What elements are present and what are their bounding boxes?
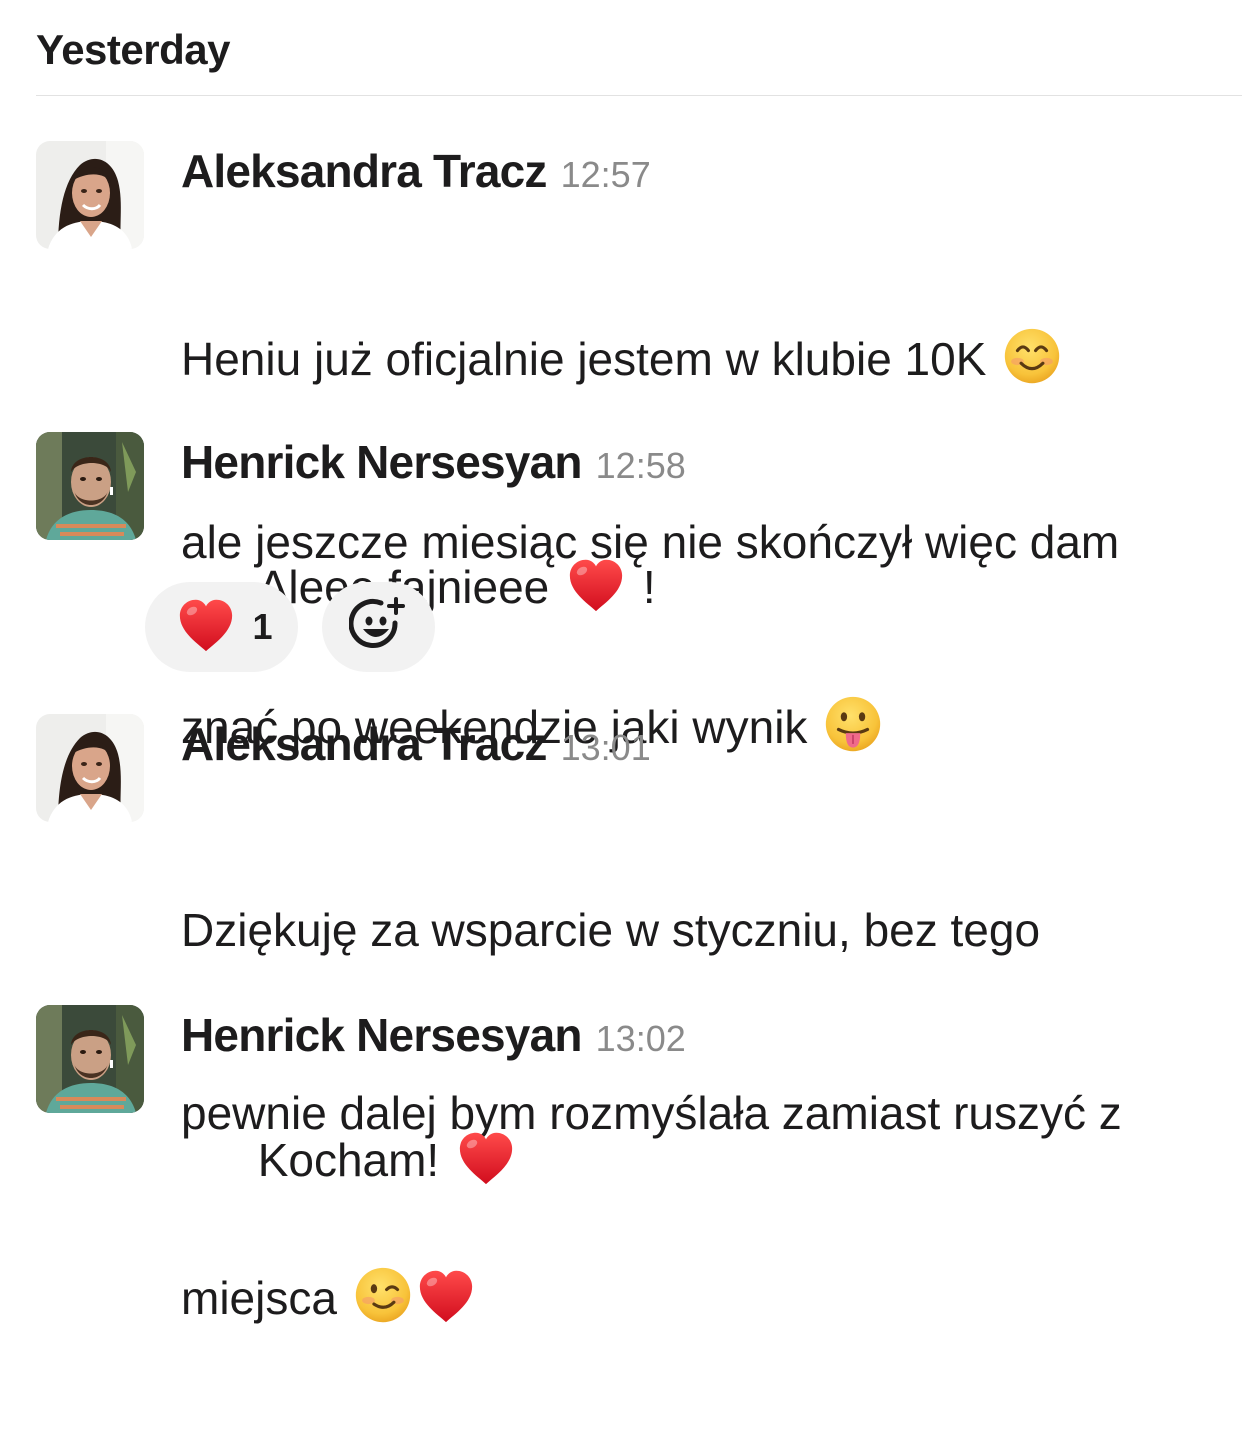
sender-name[interactable]: Henrick Nersesyan [181, 1009, 582, 1061]
sender-name[interactable]: Aleksandra Tracz [181, 718, 547, 770]
smiling-face-emoji [1003, 327, 1061, 385]
reaction-count: 1 [252, 606, 273, 647]
timestamp[interactable]: 12:58 [596, 445, 686, 486]
red-heart-emoji [416, 1268, 476, 1324]
message-line: Kocham! [257, 1134, 440, 1186]
add-reaction-button[interactable] [322, 582, 435, 672]
day-header: Yesterday [36, 26, 230, 73]
sender-name[interactable]: Henrick Nersesyan [181, 436, 582, 488]
winking-face-emoji [354, 1266, 412, 1324]
message-line: miejsca [181, 1272, 337, 1324]
avatar[interactable] [36, 432, 144, 540]
red-heart-emoji [566, 557, 626, 613]
avatar[interactable] [36, 1005, 144, 1113]
timestamp[interactable]: 13:01 [561, 727, 651, 768]
red-heart-emoji [176, 597, 236, 658]
message-line: ! [642, 561, 656, 613]
timestamp[interactable]: 12:57 [561, 154, 651, 195]
message-line: Dziękuję za wsparcie w styczniu, bez teg… [181, 904, 1041, 956]
red-heart-emoji [456, 1130, 516, 1186]
day-divider [36, 95, 1242, 96]
avatar[interactable] [36, 714, 144, 822]
message-text: Kocham! [181, 1069, 1231, 1252]
add-reaction-icon [348, 595, 409, 660]
sender-name[interactable]: Aleksandra Tracz [181, 145, 547, 197]
reaction-bar: 1 [145, 582, 435, 672]
timestamp[interactable]: 13:02 [596, 1018, 686, 1059]
message-line: Heniu już oficjalnie jestem w klubie 10K [181, 333, 987, 385]
reaction-red-heart[interactable]: 1 [145, 582, 298, 672]
avatar[interactable] [36, 141, 144, 249]
